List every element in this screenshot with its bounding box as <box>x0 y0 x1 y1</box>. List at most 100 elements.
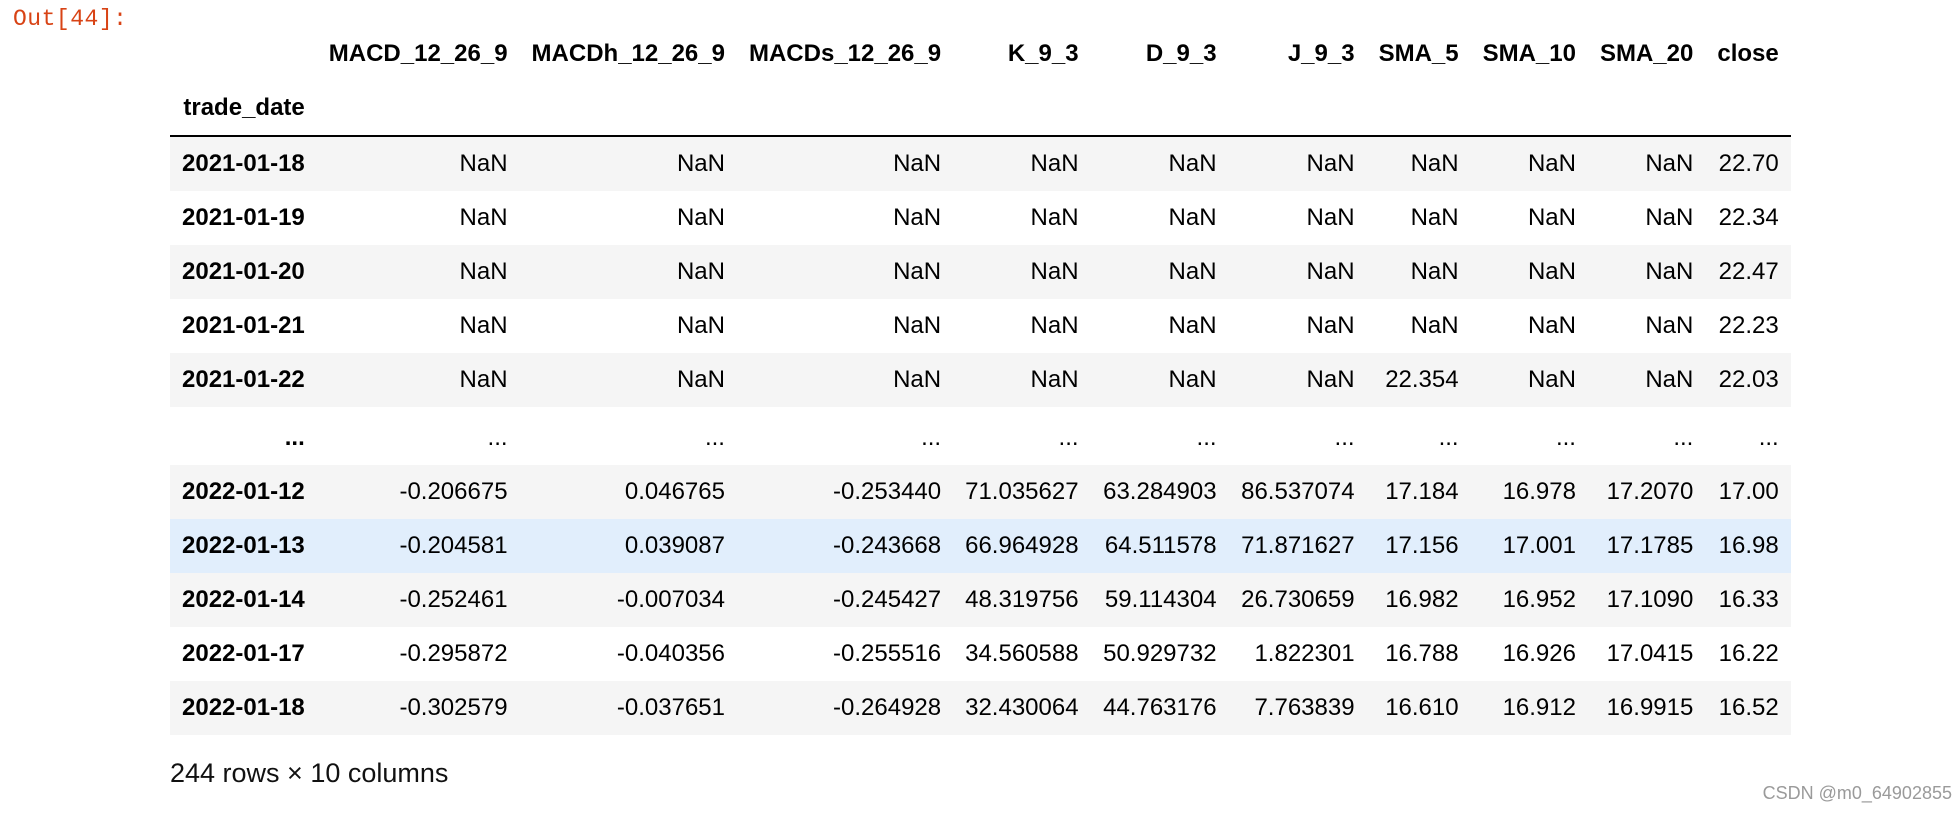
table-row: 2021-01-21 NaN NaN NaN NaN NaN NaN NaN NaN NaN 22.… <box>170 299 1791 353</box>
index-name-row-empty-cell <box>953 81 1091 137</box>
table-cell: NaN <box>1030 204 1079 231</box>
row-index-label: 2021-01-19 <box>182 204 305 231</box>
table-cell: 22.354 <box>1385 366 1459 393</box>
table-cell: NaN <box>1645 204 1694 231</box>
table-row: 2022-01-14 -0.252461 -0.007034 -0.245427 48.… <box>170 573 1791 627</box>
dataframe-container: MACD_12_26_9 MACDh_12_26_9 MACDs_12_26_9 K_… <box>170 27 1791 735</box>
column-header-row: MACD_12_26_9 MACDh_12_26_9 MACDs_12_26_9 K_… <box>170 27 1791 81</box>
table-cell: ... <box>1058 424 1079 451</box>
table-cell: 59.114304 <box>1104 586 1217 613</box>
table-cell: NaN <box>1168 150 1217 177</box>
table-row: 2021-01-20 NaN NaN NaN NaN NaN NaN NaN NaN NaN 22.… <box>170 245 1791 299</box>
column-header: D_9_3 <box>1145 40 1217 67</box>
table-cell: NaN <box>1306 312 1355 339</box>
row-index-label: 2021-01-21 <box>182 312 305 339</box>
table-cell: NaN <box>676 366 725 393</box>
table-cell: -0.264928 <box>833 694 942 721</box>
watermark: CSDN @m0_64902855 <box>1762 783 1952 803</box>
table-cell: NaN <box>676 258 725 285</box>
row-index-label: 2021-01-22 <box>182 366 305 393</box>
table-cell: NaN <box>1410 312 1459 339</box>
table-cell: NaN <box>1306 258 1355 285</box>
table-cell: -0.255516 <box>833 640 942 667</box>
table-cell: 22.70 <box>1718 150 1779 177</box>
table-cell: NaN <box>1527 366 1576 393</box>
table-cell: ... <box>487 424 508 451</box>
table-cell: 17.2070 <box>1606 478 1694 505</box>
table-cell: NaN <box>459 366 508 393</box>
table-cell: 16.22 <box>1718 640 1779 667</box>
table-cell: NaN <box>1030 258 1079 285</box>
index-name-row-empty-cell <box>1366 81 1471 137</box>
table-cell: NaN <box>1168 204 1217 231</box>
table-cell: NaN <box>1030 150 1079 177</box>
table-cell: 17.001 <box>1502 532 1576 559</box>
table-row: 2021-01-22 NaN NaN NaN NaN NaN NaN 22.354 NaN NaN… <box>170 353 1791 407</box>
table-cell: NaN <box>1645 312 1694 339</box>
table-cell: 71.035627 <box>965 478 1079 505</box>
table-cell: 63.284903 <box>1103 478 1217 505</box>
table-cell: 22.23 <box>1718 312 1779 339</box>
table-cell: 17.0415 <box>1606 640 1694 667</box>
column-header: K_9_3 <box>1007 40 1079 67</box>
table-cell: ... <box>1438 424 1459 451</box>
table-row: 2022-01-17 -0.295872 -0.040356 -0.255516 34.… <box>170 627 1791 681</box>
table-cell: NaN <box>676 204 725 231</box>
table-body: 2021-01-18 NaN NaN NaN NaN NaN NaN NaN NaN NaN 22.… <box>170 136 1791 735</box>
table-cell: NaN <box>1527 258 1576 285</box>
column-header: SMA_10 <box>1482 40 1576 67</box>
table-cell: 71.871627 <box>1241 532 1355 559</box>
table-cell: 16.982 <box>1385 586 1459 613</box>
index-name-row-empty-cell <box>1705 81 1791 137</box>
table-cell: 32.430064 <box>965 694 1079 721</box>
table-row: 2021-01-18 NaN NaN NaN NaN NaN NaN NaN NaN NaN 22.… <box>170 136 1791 191</box>
table-cell: NaN <box>676 150 725 177</box>
table-cell: NaN <box>1645 366 1694 393</box>
row-index-label: 2021-01-20 <box>182 258 305 285</box>
column-header: SMA_20 <box>1599 40 1694 67</box>
table-cell: NaN <box>1168 258 1217 285</box>
table-cell: 66.964928 <box>965 532 1079 559</box>
table-cell: NaN <box>1168 312 1217 339</box>
table-cell: 16.9915 <box>1606 694 1694 721</box>
index-name-row-empty-cell <box>1470 81 1588 137</box>
column-header: MACDh_12_26_9 <box>531 40 725 67</box>
dataframe-shape-text: 244 rows × 10 columns <box>170 758 449 788</box>
table-cell: -0.253440 <box>833 478 942 505</box>
index-name-row: trade_date <box>170 81 1791 137</box>
table-cell: ... <box>1673 424 1694 451</box>
table-cell: ... <box>1758 424 1779 451</box>
table-row: 2021-01-19 NaN NaN NaN NaN NaN NaN NaN NaN NaN 22.… <box>170 191 1791 245</box>
table-cell: 16.33 <box>1718 586 1779 613</box>
table-cell: 86.537074 <box>1241 478 1355 505</box>
table-cell: 16.952 <box>1502 586 1576 613</box>
column-header: SMA_5 <box>1378 40 1459 67</box>
table-cell: -0.245427 <box>833 586 942 613</box>
index-name-row-empty-cell <box>1228 81 1367 137</box>
index-name-row-empty-cell <box>1587 81 1706 137</box>
table-cell: -0.204581 <box>399 532 508 559</box>
table-cell: 1.822301 <box>1254 640 1355 667</box>
table-cell: NaN <box>1410 204 1459 231</box>
table-cell: NaN <box>1306 150 1355 177</box>
table-cell: 16.978 <box>1502 478 1576 505</box>
row-index-label: 2022-01-13 <box>182 532 305 559</box>
table-cell: NaN <box>893 150 942 177</box>
table-cell: 16.926 <box>1502 640 1576 667</box>
table-cell: -0.243668 <box>833 532 942 559</box>
index-name-row-empty-cell <box>736 81 954 137</box>
table-cell: -0.302579 <box>399 694 508 721</box>
table-cell: NaN <box>893 258 942 285</box>
table-cell: -0.206675 <box>399 478 508 505</box>
row-index-label: 2022-01-14 <box>182 586 305 613</box>
table-cell: NaN <box>459 312 508 339</box>
table-cell: NaN <box>893 312 942 339</box>
table-cell: 7.763839 <box>1254 694 1355 721</box>
table-cell: 16.788 <box>1385 640 1459 667</box>
table-cell: 34.560588 <box>965 640 1079 667</box>
table-cell: ... <box>1196 424 1217 451</box>
output-prompt: Out[44]: <box>13 6 128 32</box>
table-cell: NaN <box>893 366 942 393</box>
table-cell: 22.47 <box>1718 258 1779 285</box>
table-cell: NaN <box>1527 312 1576 339</box>
